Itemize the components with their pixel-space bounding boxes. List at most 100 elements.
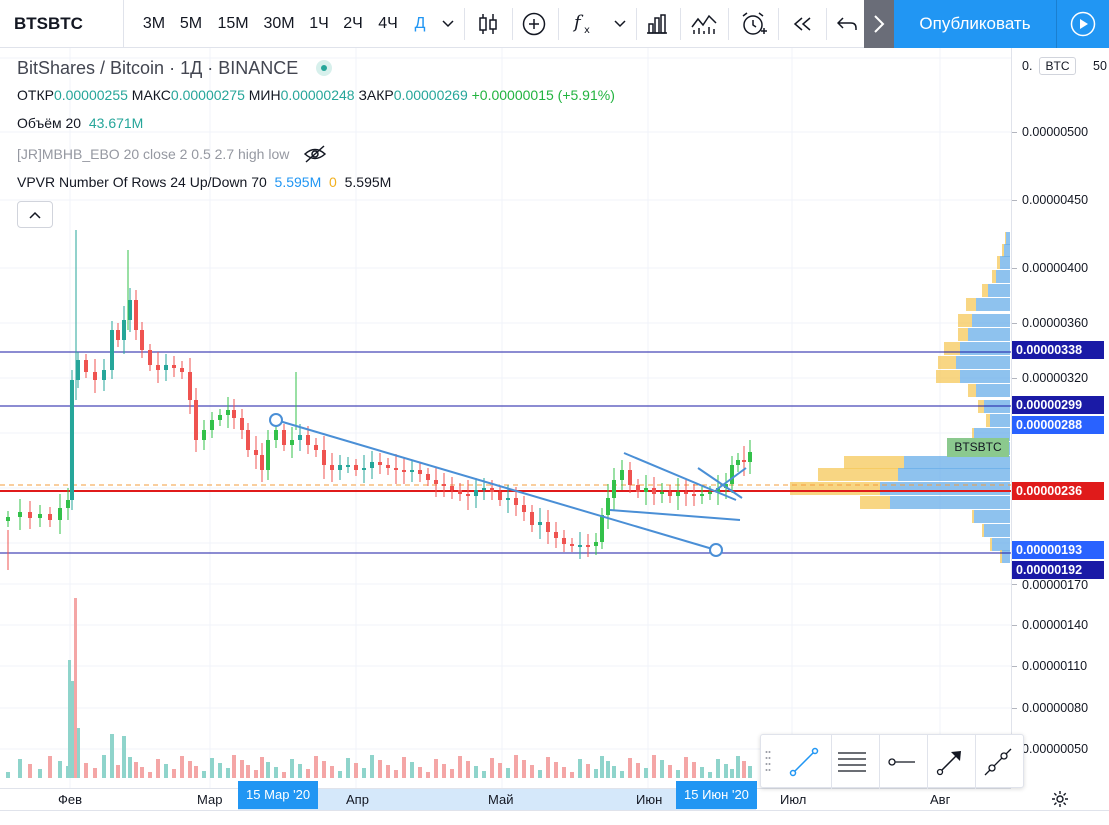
candle-body	[578, 545, 582, 547]
svg-text:f: f	[572, 12, 584, 33]
chevron-right-icon[interactable]	[864, 0, 894, 48]
price-badge-level: 0.00000338	[1012, 341, 1104, 359]
horizontal-ray-icon[interactable]	[879, 739, 925, 785]
candle-body	[58, 508, 62, 520]
candle-body	[434, 480, 438, 484]
price-tick: 50	[1093, 59, 1107, 73]
volume-bar	[450, 769, 454, 778]
interval-3m[interactable]: 3M	[136, 0, 172, 48]
volume-bar	[330, 766, 334, 778]
price-tick: 0.00000450	[1022, 193, 1089, 207]
candle-body	[18, 512, 22, 517]
volume-value: 43.671M	[88, 115, 144, 131]
volume-bar	[676, 770, 680, 778]
legend-volume[interactable]: Объём 20 43.671M	[17, 115, 143, 131]
volume-bar	[68, 660, 71, 778]
candle-body	[172, 365, 176, 368]
trend-line-icon[interactable]	[781, 739, 827, 785]
interval-2h[interactable]: 2Ч	[338, 0, 368, 48]
legend-indicator-ebo[interactable]: [JR]MBHB_EBO 20 close 2 0.5 2.7 high low	[17, 145, 327, 166]
alarm-add-icon[interactable]	[734, 0, 774, 48]
volume-bar	[482, 771, 486, 778]
indicator-templates-icon[interactable]	[684, 0, 724, 48]
volume-bar	[116, 765, 120, 778]
volume-bar	[188, 761, 192, 778]
extended-line-icon[interactable]	[975, 739, 1021, 785]
chevron-down-icon[interactable]	[608, 0, 632, 48]
candle-body	[736, 460, 740, 465]
interval-4h[interactable]: 4Ч	[372, 0, 404, 48]
volume-bar	[562, 767, 566, 778]
arrow-icon[interactable]	[927, 739, 973, 785]
volume-profile-bar	[938, 356, 956, 369]
drawing-toolbar	[760, 734, 1024, 789]
candle-body	[676, 492, 680, 496]
bar-chart-icon[interactable]	[638, 0, 676, 48]
candle-body	[180, 368, 184, 372]
wedge-line	[609, 509, 741, 521]
interval-30m[interactable]: 30M	[258, 0, 300, 48]
candle-body	[102, 370, 106, 380]
interval-1h[interactable]: 1Ч	[304, 0, 334, 48]
interval-5m[interactable]: 5M	[174, 0, 208, 48]
volume-profile-bar	[1005, 232, 1006, 245]
chevron-down-icon[interactable]	[436, 0, 460, 48]
replay-icon[interactable]	[782, 0, 822, 48]
candles-icon[interactable]	[468, 0, 508, 48]
time-axis[interactable]: Фев Мар Апр Май Июн Июл Авг 15 Мар '20 1…	[0, 781, 1011, 811]
candle-body	[66, 500, 70, 508]
candle-body	[240, 418, 244, 430]
volume-bar	[93, 768, 97, 778]
close-label: ЗАКР	[358, 87, 394, 103]
candle-body	[76, 360, 80, 380]
function-icon[interactable]: fx	[564, 0, 604, 48]
volume-bar	[628, 758, 632, 778]
symbol-search[interactable]: BTSBTC	[0, 0, 124, 48]
volume-bar	[260, 757, 264, 778]
gear-icon[interactable]	[1011, 788, 1109, 810]
drag-handle-icon[interactable]	[765, 749, 771, 775]
volume-bar	[668, 765, 672, 778]
time-range-start: 15 Мар '20	[238, 781, 319, 809]
candle-body	[450, 486, 454, 490]
volume-profile-bar	[992, 538, 1010, 551]
volume-profile-bar	[1002, 550, 1010, 563]
candle-body	[116, 330, 120, 340]
legend-ohlc: ОТКР0.00000255 МАКС0.00000275 МИН0.00000…	[17, 87, 615, 103]
volume-bar	[18, 759, 22, 778]
volume-bar	[636, 763, 640, 778]
eye-hidden-icon[interactable]	[303, 145, 327, 166]
interval-1d[interactable]: Д	[408, 0, 432, 48]
candle-body	[418, 470, 422, 474]
currency-label[interactable]: BTC	[1039, 57, 1076, 75]
trend-line-handle	[269, 413, 283, 427]
horizontal-lines-icon[interactable]	[829, 739, 875, 785]
legend-indicator-vpvr[interactable]: VPVR Number Of Rows 24 Up/Down 70 5.595M…	[17, 174, 391, 190]
play-icon[interactable]	[1056, 0, 1109, 48]
add-compare-icon[interactable]	[514, 0, 554, 48]
volume-profile-bar	[958, 314, 972, 327]
candle-body	[652, 488, 656, 494]
candle-body	[38, 514, 42, 518]
interval-15m[interactable]: 15M	[212, 0, 254, 48]
candle-body	[636, 485, 640, 492]
volume-profile-bar	[976, 298, 1010, 311]
undo-icon[interactable]	[830, 0, 864, 48]
price-tick: 0.00000320	[1022, 371, 1089, 385]
volume-bar	[730, 769, 734, 778]
publish-button[interactable]: Опубликовать	[894, 0, 1056, 48]
horizontal-levels[interactable]	[0, 351, 1011, 554]
legend-collapse-button[interactable]	[17, 201, 53, 228]
candle-body	[530, 512, 534, 525]
volume-bar	[530, 765, 534, 778]
volume-bar	[466, 761, 470, 778]
candle-body	[538, 522, 542, 525]
price-badge-level: 0.00000192	[1012, 561, 1104, 579]
candle-body	[110, 330, 114, 370]
open-label: ОТКР	[17, 87, 54, 103]
price-tick: 0.	[1022, 59, 1033, 73]
volume-bar	[736, 756, 740, 778]
volume-bar	[180, 756, 184, 778]
candle-body	[260, 455, 264, 470]
symbol-description[interactable]: BitShares / Bitcoin · 1Д · BINANCE	[17, 58, 298, 78]
